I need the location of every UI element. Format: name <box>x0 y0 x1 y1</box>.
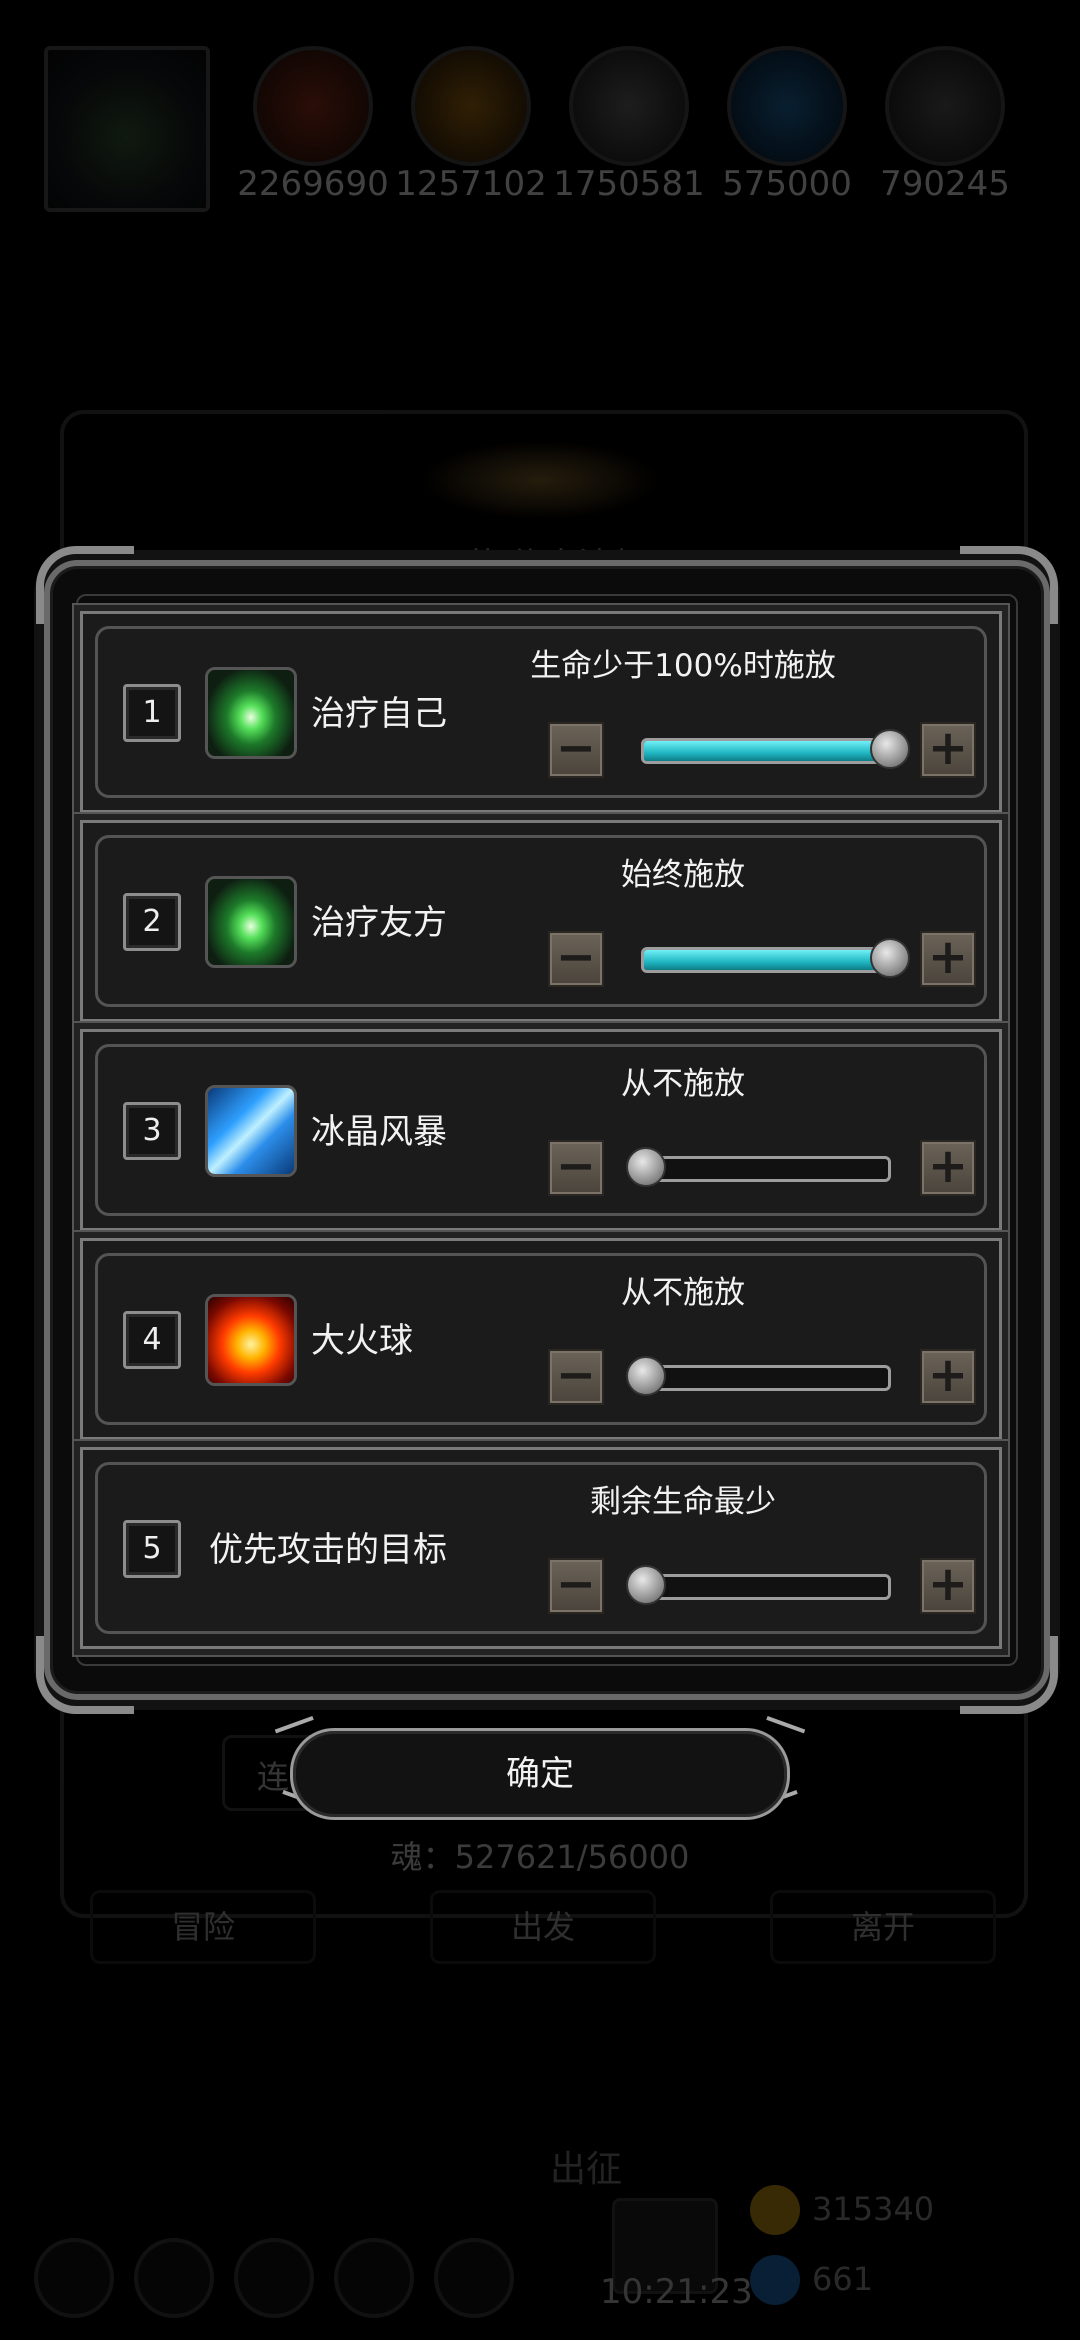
cast-condition-label: 生命少于100%时施放 <box>530 648 836 684</box>
menu-icon <box>134 2238 214 2318</box>
skill-row: 5 优先攻击的目标 剩余生命最少 − + <box>80 1447 1002 1649</box>
menu-icon <box>234 2238 314 2318</box>
soul-counter: 魂：527621/56000 <box>390 1838 690 1876</box>
menu-icon <box>34 2238 114 2318</box>
slider-fill <box>644 950 888 970</box>
cast-condition-label: 从不施放 <box>621 1275 745 1311</box>
player-portrait <box>44 46 210 212</box>
resource-orb-icon <box>253 46 373 166</box>
resource-value: 790245 <box>880 164 1010 204</box>
resource-item: 575000 <box>722 46 852 204</box>
skill-row: 4 大火球 从不施放 − + <box>80 1238 1002 1440</box>
menu-icon <box>334 2238 414 2318</box>
clock-time: 10:21:23 <box>600 2272 753 2312</box>
cast-condition-label: 剩余生命最少 <box>590 1484 776 1520</box>
priority-number: 3 <box>123 1102 181 1160</box>
gem-icon <box>750 2255 800 2305</box>
confirm-button-wrap: 确定 <box>274 1715 806 1829</box>
resource-item: 790245 <box>880 46 1010 204</box>
resource-item: 2269690 <box>237 46 389 204</box>
chuzheng-label: 出征 <box>550 2149 623 2190</box>
heal-crystal-icon <box>205 667 297 759</box>
condition-slider[interactable] <box>641 729 910 769</box>
fireball-icon <box>205 1294 297 1386</box>
priority-number: 2 <box>123 893 181 951</box>
skill-name: 治疗友方 <box>311 903 447 943</box>
skill-name: 优先攻击的目标 <box>209 1530 447 1570</box>
skill-name: 冰晶风暴 <box>311 1112 447 1152</box>
skill-name: 大火球 <box>311 1321 413 1361</box>
confirm-button[interactable]: 确定 <box>290 1728 790 1820</box>
condition-slider[interactable] <box>626 1356 891 1396</box>
slider-fill <box>644 741 888 761</box>
resource-orb-icon <box>885 46 1005 166</box>
decrease-button[interactable]: − <box>548 931 604 987</box>
slider-knob[interactable] <box>870 938 910 978</box>
increase-button[interactable]: + <box>920 722 976 778</box>
resource-item: 1750581 <box>553 46 705 204</box>
emblem-icon <box>420 440 660 520</box>
slider-knob[interactable] <box>626 1356 666 1396</box>
resource-item: 1257102 <box>395 46 547 204</box>
condition-slider[interactable] <box>626 1147 891 1187</box>
nav-leave: 离开 <box>770 1890 996 1964</box>
priority-number: 1 <box>123 684 181 742</box>
slider-knob[interactable] <box>626 1565 666 1605</box>
priority-number: 5 <box>123 1520 181 1578</box>
slider-knob[interactable] <box>626 1147 666 1187</box>
resource-orb-icon <box>569 46 689 166</box>
nav-adventure: 冒险 <box>90 1890 316 1964</box>
condition-slider[interactable] <box>641 938 910 978</box>
skill-row: 1 治疗自己 生命少于100%时施放 − + <box>80 611 1002 813</box>
skill-name: 治疗自己 <box>311 694 447 734</box>
increase-button[interactable]: + <box>920 1349 976 1405</box>
skill-row: 3 冰晶风暴 从不施放 − + <box>80 1029 1002 1231</box>
ice-storm-icon <box>205 1085 297 1177</box>
resource-orb-icon <box>727 46 847 166</box>
gold-value: 315340 <box>812 2190 935 2228</box>
cast-condition-label: 从不施放 <box>621 1066 745 1102</box>
nav-depart: 出发 <box>430 1890 656 1964</box>
menu-icon <box>434 2238 514 2318</box>
skill-row: 2 治疗友方 始终施放 − + <box>80 820 1002 1022</box>
decrease-button[interactable]: − <box>548 1349 604 1405</box>
increase-button[interactable]: + <box>920 1558 976 1614</box>
cast-condition-label: 始终施放 <box>621 857 745 893</box>
priority-number: 4 <box>123 1311 181 1369</box>
resource-orb-icon <box>411 46 531 166</box>
gold-coin-icon <box>750 2185 800 2235</box>
heal-crystal-icon <box>205 876 297 968</box>
slider-knob[interactable] <box>870 729 910 769</box>
increase-button[interactable]: + <box>920 1140 976 1196</box>
decrease-button[interactable]: − <box>548 1140 604 1196</box>
decrease-button[interactable]: − <box>548 722 604 778</box>
gem-value: 661 <box>812 2260 874 2298</box>
condition-slider[interactable] <box>626 1565 891 1605</box>
increase-button[interactable]: + <box>920 931 976 987</box>
decrease-button[interactable]: − <box>548 1558 604 1614</box>
